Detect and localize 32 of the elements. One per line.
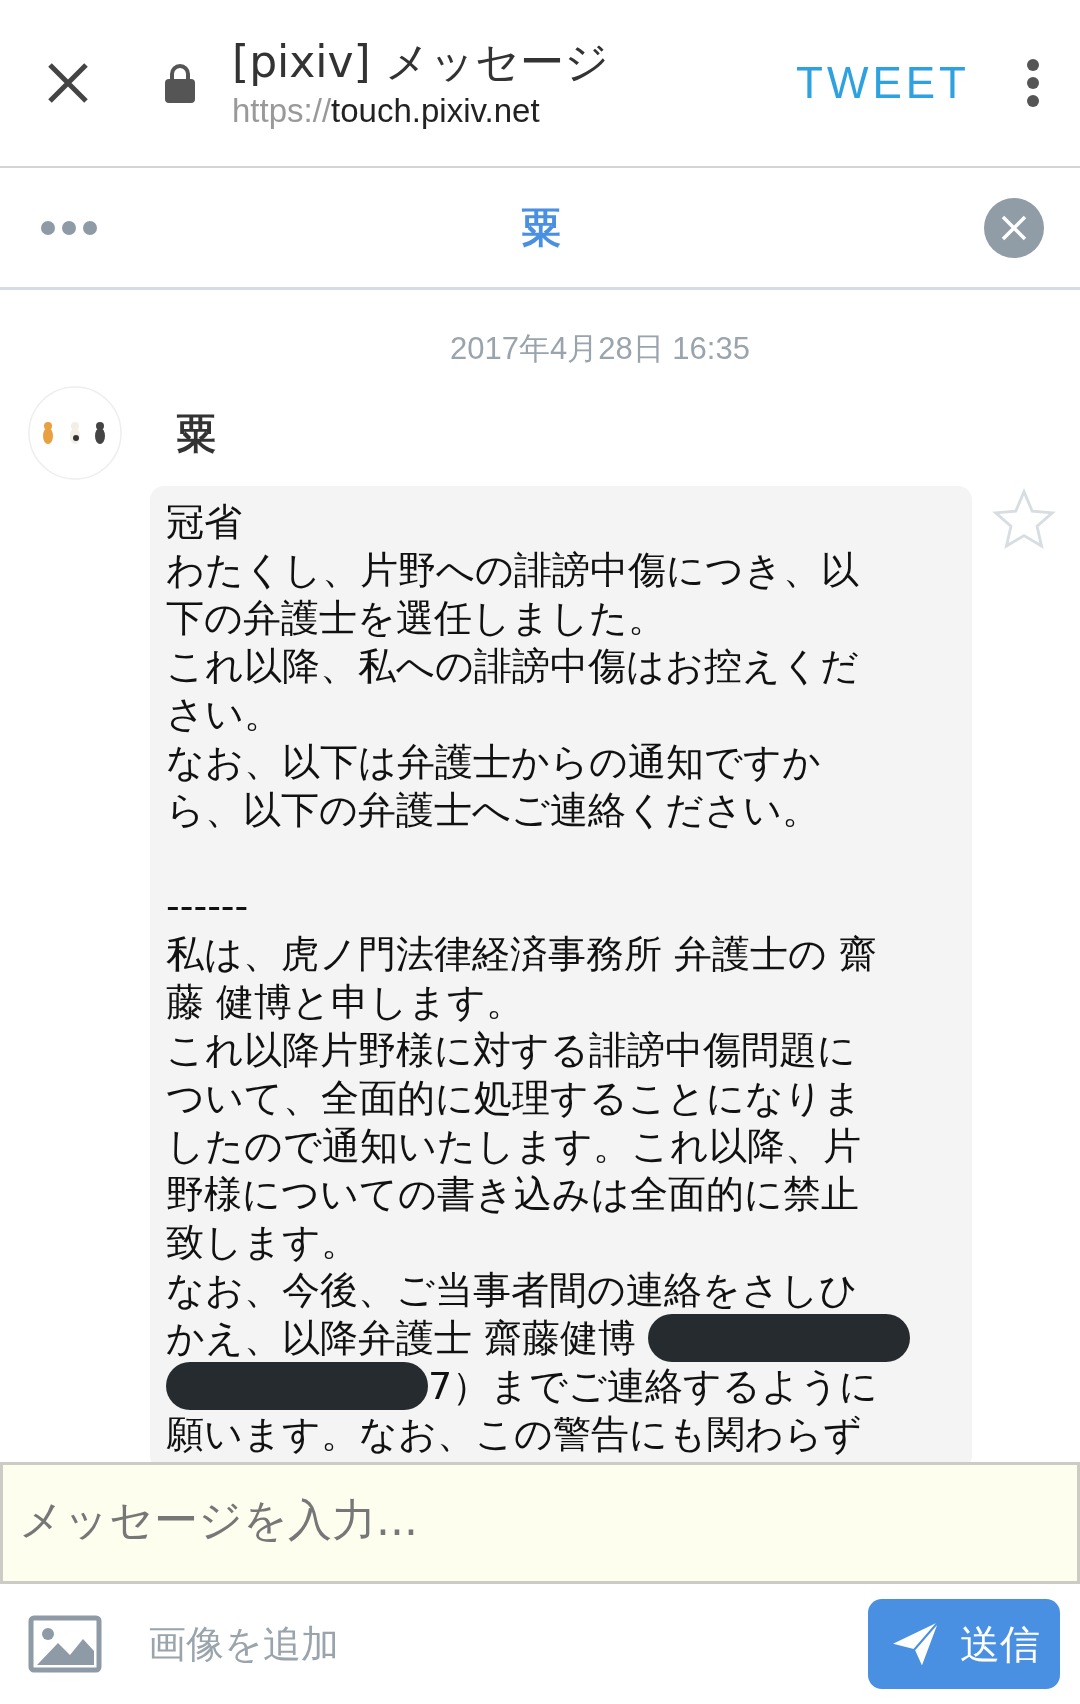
message-text-line: 7）までご連絡するように (428, 1363, 879, 1410)
image-icon (28, 1615, 102, 1673)
message-text-line: 冠省 (166, 499, 242, 546)
add-image-button[interactable]: 画像を追加 (28, 1615, 339, 1673)
more-icon[interactable] (1026, 58, 1040, 108)
message-text-line: なお、以下は弁護士からの通知ですか (166, 739, 821, 786)
tweet-link[interactable]: TWEET (796, 58, 970, 108)
message-text-line: 致します。 (166, 1219, 359, 1266)
message-text-line: 下の弁護士を選任しました。 (166, 595, 666, 642)
send-button[interactable]: 送信 (868, 1599, 1060, 1689)
close-icon[interactable] (46, 61, 90, 105)
sender-name: 粟 (176, 408, 216, 458)
message-text-line: わたくし、片野への誹謗中傷につき、以 (166, 547, 859, 594)
message-text-line: ------ (166, 883, 249, 930)
message-text-line: したので通知いたします。これ以降、片 (166, 1123, 861, 1170)
message-input-field[interactable]: メッセージを入力... (0, 1462, 1080, 1584)
message-text-line: 願います。なお、この警告にも関わらず (166, 1411, 862, 1458)
message-text-line: かえ、以降弁護士 齋藤健博 (166, 1315, 638, 1362)
page-url: https://touch.pixiv.net (232, 91, 541, 131)
message-text-line: さい。 (166, 691, 282, 738)
conversation-title: 粟 (521, 203, 561, 252)
message-text-line: 野様についての書き込みは全面的に禁止 (166, 1171, 859, 1218)
message-text-line: 私は、虎ノ門法律経済事務所 弁護士の 齋 (166, 931, 878, 978)
message-timestamp: 2017年4月28日 16:35 (449, 330, 751, 368)
message-text-line: これ以降片野様に対する誹謗中傷問題に (166, 1027, 856, 1074)
message-text-line: これ以降、私への誹謗中傷はお控えくだ (166, 643, 859, 690)
message-text-line: 藤 健博と申します。 (166, 979, 525, 1026)
lock-icon (164, 62, 196, 104)
message-text-line: なお、今後、ご当事者間の連絡をさしひ (166, 1267, 858, 1314)
message-text-line: ら、以下の弁護士へご連絡ください。 (166, 787, 820, 834)
message-text-line: ついて、全面的に処理することになりま (166, 1075, 862, 1122)
page-title: [pixiv] メッセージ (232, 35, 610, 89)
